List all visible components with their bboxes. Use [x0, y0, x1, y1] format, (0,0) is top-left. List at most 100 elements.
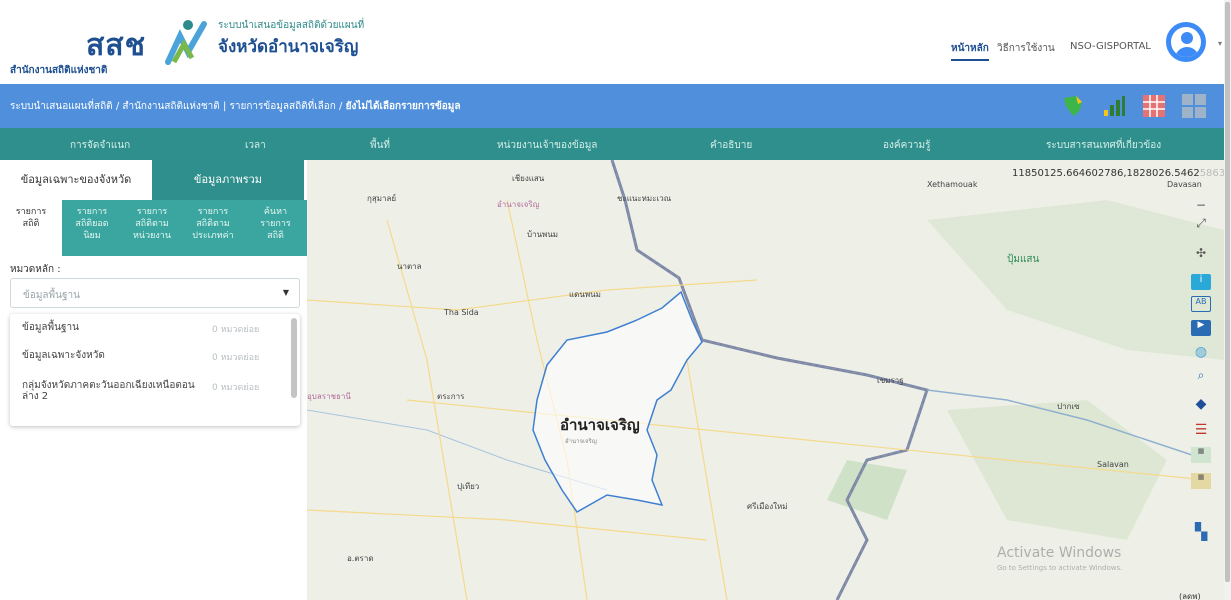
dropdown-item-name: กลุ่มจังหวัดภาคตะวันออกเฉียงเหนือตอนล่าง… [22, 380, 195, 402]
activate-windows-subtext: Go to Settings to activate Windows. [997, 564, 1123, 572]
layout-grid-icon[interactable] [1180, 92, 1208, 120]
map-view[interactable]: 11850125.664602786,1828026.546258634 เชี… [307, 160, 1224, 600]
subtab-search[interactable]: ค้นหา รายการ สถิติ [244, 200, 307, 256]
dropdown-item[interactable]: ข้อมูลเฉพาะจังหวัด 0 หมวดย่อย [10, 350, 290, 370]
breadcrumb-nso[interactable]: สำนักงานสถิติแห่งชาติ [122, 101, 219, 112]
main-nav-knowledge[interactable]: องค์ความรู้ [883, 138, 930, 153]
header: สสช สำนักงานสถิติแห่งชาติ ระบบนำเสนอข้อม… [0, 0, 1224, 84]
dropdown-item-count: 0 หมวดย่อย [212, 383, 260, 393]
dropdown-item-name: ข้อมูลเฉพาะจังหวัด [22, 350, 105, 361]
dropdown-item-name: ข้อมูลพื้นฐาน [22, 322, 79, 333]
dropdown-scrollbar[interactable] [291, 318, 297, 398]
subtab-line: รายการ [197, 207, 229, 217]
map-place-label: แดนพนม [569, 290, 601, 299]
dropdown-item-count: 0 หมวดย่อย [212, 325, 260, 335]
coordinate-value: 11850125.664602786,1828026.5462 [1012, 168, 1200, 179]
subtab-line: รายการ [15, 207, 47, 217]
map-place-label: Tha Sida [444, 308, 479, 317]
play-icon[interactable]: ▶ [1191, 320, 1211, 336]
map-place-label: นาตาล [397, 262, 422, 271]
main-nav: การจัดจำแนก เวลา พื้นที่ หน่วยงานเจ้าของ… [0, 128, 1224, 160]
map-place-label: เขมราฐ [877, 376, 904, 385]
category-select[interactable]: ข้อมูลพื้นฐาน ▼ [10, 278, 300, 308]
map-place-label: ศรีเมืองใหม่ [747, 502, 788, 511]
page-scrollbar[interactable] [1224, 0, 1231, 600]
brazil-map-icon[interactable] [1058, 92, 1086, 120]
subtab-line: สถิติยอด [75, 219, 109, 229]
province-map-sublabel: อำนาจเจริญ [565, 438, 597, 445]
dropdown-item[interactable]: กลุ่มจังหวัดภาคตะวันออกเฉียงเหนือตอนล่าง… [10, 380, 290, 406]
map-place-label: ชะแนะหมะเวณ [617, 194, 672, 203]
avatar-body [1175, 47, 1199, 57]
system-title: ระบบนำเสนอข้อมูลสถิติด้วยแผนที่ [218, 20, 365, 31]
province-map-label: อำนาจเจริญ [560, 416, 640, 434]
subtab-line: สถิติ [22, 219, 40, 229]
basemap-icon[interactable]: ▦ [1191, 473, 1211, 489]
breadcrumb-selected-list[interactable]: รายการข้อมูลสถิติที่เลือก [230, 101, 336, 112]
page-scrollbar-thumb[interactable] [1225, 2, 1230, 582]
coordinate-readout: 11850125.664602786,1828026.546258634 [1012, 168, 1224, 179]
nso-emblem-icon [165, 20, 207, 65]
tab-overview-data[interactable]: ข้อมูลภาพรวม [152, 160, 304, 200]
dashboard-icon[interactable]: ▚ [1191, 522, 1211, 541]
info-icon[interactable]: i [1191, 274, 1211, 290]
subtab-popular[interactable]: รายการ สถิติยอด นิยม [62, 200, 122, 256]
bar-chart-icon[interactable] [1100, 92, 1128, 120]
category-select-value: ข้อมูลพื้นฐาน [23, 290, 80, 301]
main-nav-classification[interactable]: การจัดจำแนก [70, 138, 130, 153]
map-place-label: อ.ตราด [347, 554, 374, 563]
legend-icon[interactable]: ▦ [1191, 447, 1211, 463]
category-dropdown: ข้อมูลพื้นฐาน 0 หมวดย่อย ข้อมูลเฉพาะจังห… [10, 314, 300, 426]
dropdown-item[interactable]: ข้อมูลพื้นฐาน 0 หมวดย่อย [10, 322, 290, 342]
nav-nso-gisportal[interactable]: NSO-GISPORTAL [1070, 41, 1151, 52]
map-place-label: อำนาจเจริญ [497, 200, 540, 209]
map-place-label: ปุ้มแสน [1007, 254, 1040, 265]
main-nav-time[interactable]: เวลา [245, 138, 266, 153]
subtab-by-agency[interactable]: รายการ สถิติตาม หน่วยงาน [122, 200, 182, 256]
expand-icon[interactable]: ⤢ [1191, 216, 1211, 232]
activate-windows-watermark: Activate Windows [997, 545, 1122, 561]
main-nav-related-systems[interactable]: ระบบสารสนเทศที่เกี่ยวข้อง [1046, 138, 1161, 153]
main-nav-area[interactable]: พื้นที่ [370, 138, 390, 153]
avatar-head [1181, 32, 1193, 44]
avatar[interactable] [1166, 22, 1206, 62]
list-icon[interactable]: ☰ [1191, 422, 1211, 438]
map-place-label: ปุเทียว [457, 482, 480, 491]
nso-logo-subtitle: สำนักงานสถิติแห่งชาติ [10, 65, 108, 76]
subtab-by-value-type[interactable]: รายการ สถิติตาม ประเภทค่า [182, 200, 244, 256]
main-nav-description[interactable]: คำอธิบาย [710, 138, 752, 153]
tab-province-data[interactable]: ข้อมูลเฉพาะของจังหวัด [0, 160, 152, 200]
globe-icon[interactable]: ◍ [1191, 344, 1211, 360]
search-icon[interactable]: ⌕ [1191, 368, 1211, 384]
subtab-line: รายการ [76, 207, 108, 217]
subtab-line: หน่วยงาน [132, 231, 171, 241]
nav-how-to-use[interactable]: วิธีการใช้งาน [997, 41, 1055, 56]
left-panel: ข้อมูลเฉพาะของจังหวัด ข้อมูลภาพรวม รายกา… [0, 160, 307, 600]
main-nav-data-owner[interactable]: หน่วยงานเจ้าของข้อมูล [497, 138, 597, 153]
chevron-down-icon[interactable]: ▾ [1218, 39, 1222, 48]
subtab-line: สถิติ [267, 231, 284, 241]
map-place-label: อุบลราชธานี [307, 392, 351, 401]
table-grid-icon[interactable] [1140, 92, 1168, 120]
map-place-label: เชียงแสน [512, 174, 545, 183]
coordinate-tail: 58634 [1199, 168, 1224, 179]
category-label: หมวดหลัก : [10, 264, 61, 275]
map-place-label: Davasan [1167, 180, 1202, 189]
minus-icon[interactable]: − [1191, 198, 1211, 214]
nav-home[interactable]: หน้าหลัก [951, 41, 989, 61]
breadcrumb-system[interactable]: ระบบนำเสนอแผนที่สถิติ [10, 101, 113, 112]
ab-icon[interactable]: AB [1191, 296, 1211, 312]
subtab-line: สถิติตาม [135, 219, 169, 229]
map-place-label: บ้านพนม [527, 230, 559, 239]
map-place-label: Xethamouak [927, 180, 978, 189]
subtab-stat-list[interactable]: รายการ สถิติ [0, 200, 62, 256]
map-place-label: กุสุมาลย์ [367, 194, 397, 203]
subtabs: รายการ สถิติ รายการ สถิติยอด นิยม รายการ… [0, 200, 307, 256]
compass-icon[interactable]: ✣ [1191, 246, 1211, 262]
dropdown-item-count: 0 หมวดย่อย [212, 353, 260, 363]
layers-icon[interactable]: ◆ [1191, 396, 1211, 412]
nso-logo[interactable]: สสช [86, 22, 146, 69]
subtab-line: สถิติตาม [196, 219, 230, 229]
subtab-line: ค้นหา [263, 207, 288, 217]
subtab-line: นิยม [83, 231, 101, 241]
